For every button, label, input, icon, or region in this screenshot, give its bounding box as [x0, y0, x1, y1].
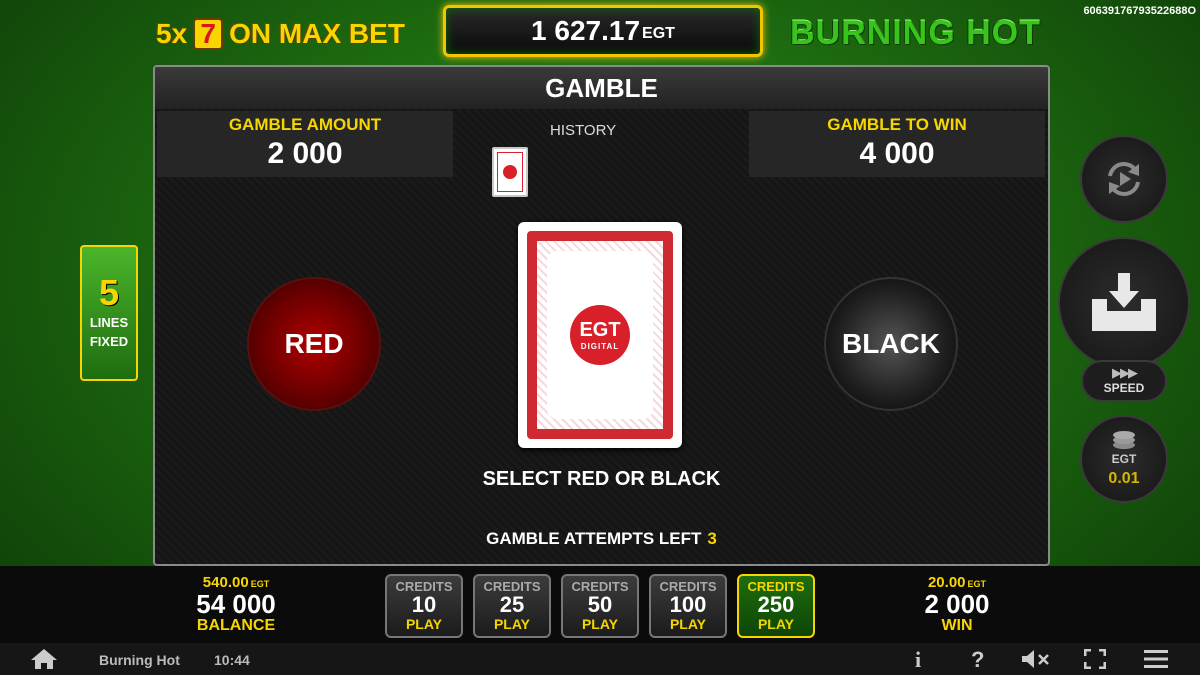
bet-option-100[interactable]: CREDITS 100 PLAY: [649, 574, 727, 638]
balance-label: BALANCE: [196, 617, 276, 634]
game-title-logo: BURNING HOT: [790, 14, 1041, 52]
attempts-label: GAMBLE ATTEMPTS LEFT: [486, 529, 702, 548]
footer-game-title: Burning Hot: [99, 652, 180, 668]
seven-symbol-icon: 7: [193, 18, 224, 50]
menu-icon[interactable]: [1144, 649, 1168, 669]
bet-option-50[interactable]: CREDITS 50 PLAY: [561, 574, 639, 638]
fullscreen-icon[interactable]: [1084, 649, 1106, 669]
gamble-amount-box: GAMBLE AMOUNT 2 000: [157, 111, 453, 177]
bottom-bar: 540.00 EGT 54 000 BALANCE CREDITS 10 PLAY…: [0, 566, 1200, 643]
lines-label-1: LINES: [89, 315, 129, 330]
bet-value: 100: [669, 592, 707, 617]
speed-label: SPEED: [1103, 381, 1145, 395]
lines-label-2: FIXED: [89, 334, 129, 349]
card-logo-text: EGT: [579, 318, 621, 341]
gamble-to-win-box: GAMBLE TO WIN 4 000: [749, 111, 1045, 177]
win-label: WIN: [941, 617, 973, 634]
mute-icon[interactable]: [1021, 649, 1051, 669]
speed-button[interactable]: ▶▶▶ SPEED: [1081, 360, 1167, 402]
gamble-amount-label: GAMBLE AMOUNT: [228, 115, 382, 134]
bet-play-label: PLAY: [405, 616, 443, 632]
gamble-to-win-label: GAMBLE TO WIN: [827, 115, 967, 134]
collect-button[interactable]: [1058, 237, 1190, 369]
gamble-card: EGT DIGITAL: [518, 222, 682, 448]
balance-credits-currency: EGT: [250, 579, 270, 589]
help-icon[interactable]: ?: [971, 647, 984, 673]
gamble-panel: GAMBLE GAMBLE AMOUNT 2 000 HISTORY GAMBL…: [153, 65, 1050, 566]
bet-option-10[interactable]: CREDITS 10 PLAY: [385, 574, 463, 638]
history-card-icon: [492, 147, 528, 197]
bet-value: 10: [411, 592, 437, 617]
autoplay-icon: [1108, 161, 1140, 197]
balance-display-value: 1 627.17: [531, 15, 641, 46]
coins-icon: [1113, 431, 1135, 449]
collect-icon: [1092, 273, 1156, 331]
red-button[interactable]: RED: [247, 277, 381, 411]
win-stat: 20.00 EGT 2 000 WIN: [897, 574, 1017, 635]
bet-value: 250: [757, 592, 795, 617]
promo-prefix: 5x: [156, 18, 188, 49]
promo-suffix: ON MAX BET: [229, 18, 405, 49]
bet-play-label: PLAY: [493, 616, 531, 632]
gamble-title: GAMBLE: [155, 67, 1048, 109]
history-label: HISTORY: [550, 122, 617, 139]
attempts-value: 3: [707, 529, 717, 548]
gamble-attempts: GAMBLE ATTEMPTS LEFT 3: [155, 529, 1048, 549]
fast-forward-icon: ▶▶▶: [1112, 365, 1138, 380]
card-logo-sub: DIGITAL: [580, 341, 620, 351]
balance-display: 1 627.17 EGT: [443, 5, 763, 57]
clock: 10:44: [214, 652, 250, 668]
balance-display-currency: EGT: [642, 25, 675, 42]
balance-stat: 540.00 EGT 54 000 BALANCE: [176, 574, 296, 635]
bet-value: 50: [587, 592, 613, 617]
bet-option-25[interactable]: CREDITS 25 PLAY: [473, 574, 551, 638]
denom-currency: EGT: [1111, 452, 1137, 466]
egt-logo-icon: EGT DIGITAL: [570, 305, 630, 365]
info-icon[interactable]: i: [915, 647, 921, 673]
select-message: SELECT RED OR BLACK: [482, 468, 721, 490]
win-value: 2 000: [924, 589, 990, 619]
balance-value: 54 000: [196, 589, 276, 619]
black-button[interactable]: BLACK: [824, 277, 958, 411]
max-bet-promo: 5x 7 ON MAX BET: [156, 14, 405, 54]
home-icon[interactable]: [30, 648, 58, 670]
bet-option-250[interactable]: CREDITS 250 PLAY: [737, 574, 815, 638]
bet-value: 25: [499, 592, 525, 617]
lines-indicator: 5 LINES FIXED: [80, 245, 138, 381]
footer-bar: Burning Hot 10:44 i ?: [0, 643, 1200, 675]
session-id: 60639176793522688O: [1083, 5, 1196, 17]
bet-play-label: PLAY: [757, 616, 795, 632]
autoplay-button[interactable]: [1080, 135, 1168, 223]
lines-count: 5: [98, 272, 120, 313]
gamble-amount-value: 2 000: [267, 137, 343, 170]
win-credits-currency: EGT: [967, 579, 987, 589]
bet-play-label: PLAY: [581, 616, 619, 632]
gamble-to-win-value: 4 000: [859, 137, 935, 170]
bet-play-label: PLAY: [669, 616, 707, 632]
denomination-button[interactable]: EGT 0.01: [1080, 415, 1168, 503]
denom-value: 0.01: [1108, 470, 1140, 487]
